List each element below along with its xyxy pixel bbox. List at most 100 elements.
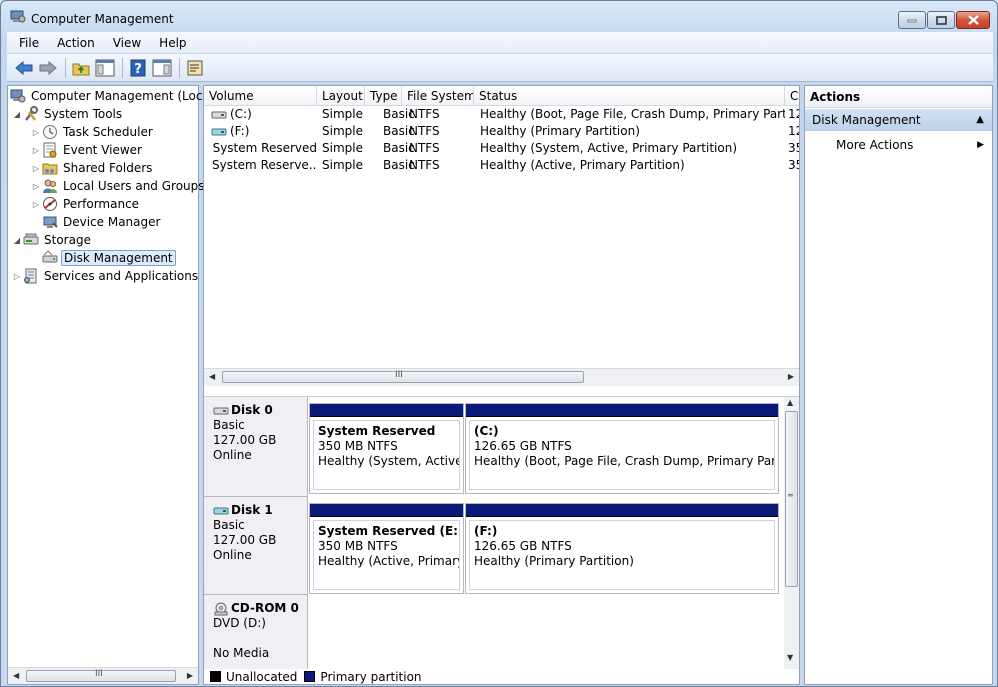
- storage-icon: [23, 233, 39, 245]
- disk-1-label[interactable]: Disk 1 Basic 127.00 GB Online: [204, 497, 308, 595]
- expand-icon[interactable]: ▷: [30, 182, 42, 191]
- scroll-right-icon[interactable]: ▶: [187, 671, 193, 680]
- tree-item-event-viewer[interactable]: ▷ Event Viewer: [30, 141, 144, 159]
- partition-title: System Reserved: [318, 424, 436, 438]
- submenu-arrow-icon: ▶: [977, 140, 984, 150]
- tree-label: Event Viewer: [63, 143, 142, 157]
- tree-item-task-scheduler[interactable]: ▷ Task Scheduler: [30, 123, 155, 141]
- scroll-thumb[interactable]: III: [26, 669, 176, 682]
- tree-item-local-users-groups[interactable]: ▷ Local Users and Groups: [30, 177, 207, 195]
- back-button[interactable]: [13, 57, 35, 79]
- column-type[interactable]: Type: [365, 86, 402, 106]
- collapse-up-icon[interactable]: ▲: [976, 109, 984, 131]
- scroll-left-icon[interactable]: ◀: [13, 671, 19, 680]
- action-pane-icon: [152, 59, 172, 76]
- tree-item-system-tools[interactable]: ◢ System Tools: [11, 105, 124, 123]
- tree-item-disk-management[interactable]: Disk Management: [42, 249, 176, 267]
- partition-system-reserved[interactable]: System Reserved 350 MB NTFS Healthy (Sys…: [309, 403, 464, 494]
- volume-list-header: Volume Layout Type File System Status C: [204, 86, 799, 106]
- volume-capacity: 35: [788, 158, 799, 172]
- volume-status: Healthy (Active, Primary Partition): [480, 158, 685, 172]
- scroll-left-icon[interactable]: ◀: [209, 372, 215, 381]
- tree-item-device-manager[interactable]: Device Manager: [42, 213, 162, 231]
- menu-action[interactable]: Action: [45, 36, 101, 50]
- console-tree-icon: [95, 59, 115, 76]
- volume-layout: Simple: [322, 124, 363, 138]
- tree-label: Local Users and Groups: [63, 179, 205, 193]
- volume-name: System Reserved: [212, 141, 317, 155]
- disk-legend: Unallocated Primary partition: [204, 669, 799, 684]
- tree-label: Performance: [63, 197, 140, 211]
- tree-item-performance[interactable]: ▷ Performance: [30, 195, 141, 213]
- minimize-button[interactable]: [898, 11, 926, 29]
- tree-horizontal-scrollbar[interactable]: ◀ III ▶: [8, 667, 198, 684]
- partition-c[interactable]: (C:) 126.65 GB NTFS Healthy (Boot, Page …: [465, 403, 779, 494]
- partition-f[interactable]: (F:) 126.65 GB NTFS Healthy (Primary Par…: [465, 503, 779, 594]
- column-volume[interactable]: Volume: [204, 86, 317, 106]
- column-file-system[interactable]: File System: [402, 86, 474, 106]
- actions-section-disk-management[interactable]: Disk Management ▲: [805, 109, 992, 131]
- scroll-down-icon[interactable]: ▼: [787, 653, 793, 662]
- table-row[interactable]: (C:) Simple Basic NTFS Healthy (Boot, Pa…: [204, 106, 799, 123]
- tree-item-computer-management[interactable]: Computer Management (Local): [10, 87, 220, 105]
- menu-help[interactable]: Help: [147, 36, 192, 50]
- scroll-up-icon[interactable]: ▲: [787, 398, 793, 407]
- disk-0-label[interactable]: Disk 0 Basic 127.00 GB Online: [204, 397, 308, 497]
- properties-icon: [187, 60, 203, 75]
- column-status[interactable]: Status: [474, 86, 785, 106]
- expand-icon[interactable]: ▷: [30, 200, 42, 209]
- volume-list-horizontal-scrollbar[interactable]: ◀ III ▶: [204, 368, 799, 386]
- arrow-left-icon: [15, 60, 33, 75]
- expand-icon[interactable]: ▷: [30, 128, 42, 137]
- volume-fs: NTFS: [409, 124, 440, 138]
- collapse-icon[interactable]: ◢: [11, 110, 23, 119]
- column-layout[interactable]: Layout: [317, 86, 365, 106]
- show-hide-action-pane-button[interactable]: [151, 57, 173, 79]
- up-one-level-button[interactable]: [70, 57, 92, 79]
- tree-label: Shared Folders: [63, 161, 153, 175]
- shared-folder-icon: [42, 163, 58, 175]
- title-bar: Computer Management: [1, 1, 997, 31]
- maximize-button[interactable]: [927, 11, 955, 29]
- forward-button[interactable]: [37, 57, 59, 79]
- tree-item-storage[interactable]: ◢ Storage: [11, 231, 93, 249]
- expand-icon[interactable]: ▷: [11, 272, 23, 281]
- table-row[interactable]: System Reserve... Simple Basic NTFS Heal…: [204, 157, 799, 174]
- tree-item-services-applications[interactable]: ▷ Services and Applications: [11, 267, 200, 285]
- table-row[interactable]: (F:) Simple Basic NTFS Healthy (Primary …: [204, 123, 799, 140]
- disk-1-row: Disk 1 Basic 127.00 GB Online System Res…: [204, 497, 784, 595]
- expand-icon[interactable]: ▷: [30, 146, 42, 155]
- unallocated-swatch: [210, 671, 221, 682]
- scroll-grip: III: [395, 370, 403, 380]
- tools-icon: [25, 106, 38, 121]
- menu-file[interactable]: File: [7, 36, 45, 50]
- properties-button[interactable]: [184, 57, 206, 79]
- cdrom-0-label[interactable]: CD-ROM 0 DVD (D:) No Media: [204, 595, 308, 669]
- disk-name: Disk 1: [231, 503, 273, 517]
- tree-item-shared-folders[interactable]: ▷ Shared Folders: [30, 159, 154, 177]
- performance-icon: [43, 197, 57, 211]
- table-row[interactable]: System Reserved Simple Basic NTFS Health…: [204, 140, 799, 157]
- more-actions-label: More Actions: [836, 138, 914, 152]
- show-hide-console-tree-button[interactable]: [94, 57, 116, 79]
- more-actions-item[interactable]: More Actions ▶: [805, 135, 992, 155]
- disk-size: 127.00 GB: [213, 533, 277, 547]
- scroll-right-icon[interactable]: ▶: [788, 372, 794, 381]
- disk-view-vertical-scrollbar[interactable]: ▲ ═ ▼: [784, 397, 799, 669]
- collapse-icon[interactable]: ◢: [11, 236, 23, 245]
- partition-system-reserved-e[interactable]: System Reserved (E:) 350 MB NTFS Healthy…: [309, 503, 464, 594]
- volume-layout: Simple: [322, 141, 363, 155]
- scroll-thumb[interactable]: ═: [785, 411, 798, 587]
- column-capacity[interactable]: C: [785, 86, 799, 106]
- console-tree: Computer Management (Local) ◢ System Too…: [7, 85, 218, 685]
- menu-view[interactable]: View: [101, 36, 147, 50]
- removable-drive-icon: [211, 128, 227, 135]
- volume-status: Healthy (System, Active, Primary Partiti…: [480, 141, 738, 155]
- partition-size: 350 MB NTFS: [318, 439, 398, 453]
- help-button[interactable]: ?: [127, 57, 149, 79]
- close-button[interactable]: [956, 11, 990, 29]
- scroll-thumb[interactable]: III: [222, 370, 584, 383]
- tree-label: Device Manager: [63, 215, 161, 229]
- expand-icon[interactable]: ▷: [30, 164, 42, 173]
- device-manager-icon: [43, 216, 58, 228]
